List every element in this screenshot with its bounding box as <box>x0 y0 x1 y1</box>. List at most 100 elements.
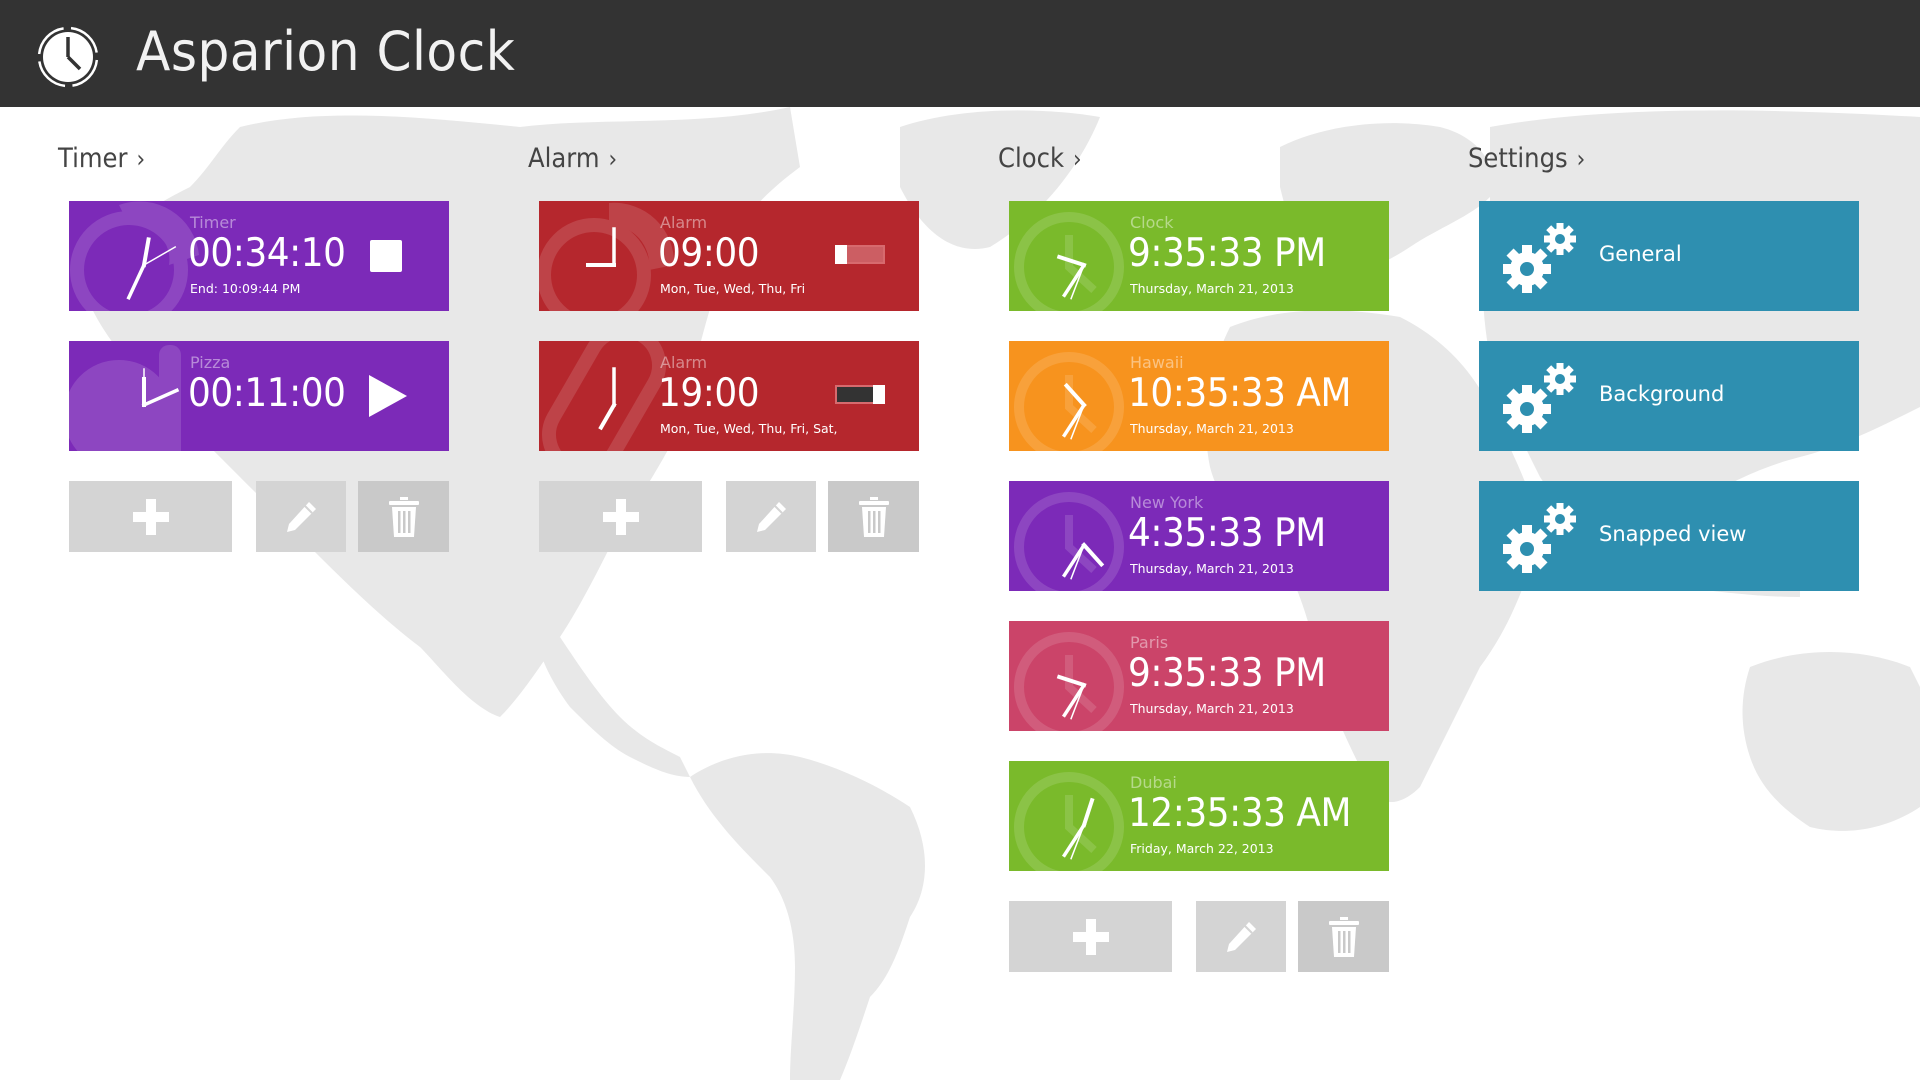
app-title: Asparion Clock <box>136 20 516 83</box>
clock-location: Paris <box>1130 633 1169 652</box>
timer-card[interactable]: Pizza 00:11:00 <box>69 341 449 451</box>
hour-hand <box>598 402 617 431</box>
edit-clock-button[interactable] <box>1196 901 1286 972</box>
plus-icon <box>602 498 639 535</box>
chevron-right-icon: › <box>136 144 146 173</box>
timer-label: Timer <box>190 213 236 232</box>
alarm-label: Alarm <box>660 353 708 372</box>
toggle-thumb <box>873 385 885 404</box>
stop-icon[interactable] <box>364 234 408 278</box>
toggle-thumb <box>835 245 847 264</box>
clock-date: Thursday, March 21, 2013 <box>1130 701 1294 716</box>
alarm-label: Alarm <box>660 213 708 232</box>
alarm-dial-icon <box>586 227 616 267</box>
app-header: Asparion Clock <box>0 0 1920 107</box>
settings-background-tile[interactable]: Background <box>1479 341 1859 451</box>
trash-icon <box>388 496 419 537</box>
clock-date: Thursday, March 21, 2013 <box>1130 421 1294 436</box>
gears-icon <box>1503 223 1576 293</box>
alarm-card[interactable]: Alarm 09:00 Mon, Tue, Wed, Thu, Fri <box>539 201 919 311</box>
alarm-time: 09:00 <box>658 231 760 276</box>
trash-icon <box>858 496 889 537</box>
timer-dial-icon <box>126 237 177 300</box>
clock-date: Thursday, March 21, 2013 <box>1130 281 1294 296</box>
clock-date: Thursday, March 21, 2013 <box>1130 561 1294 576</box>
clock-card[interactable]: Clock 9:35:33 PM Thursday, March 21, 2013 <box>1009 201 1389 311</box>
clock-time: 12:35:33 AM <box>1128 791 1351 836</box>
delete-clock-button[interactable] <box>1298 901 1389 972</box>
clock-header-label: Clock <box>998 143 1065 174</box>
trash-icon <box>1328 916 1359 957</box>
clock-section-header[interactable]: Clock › <box>998 143 1082 174</box>
gears-icon <box>1503 363 1576 433</box>
clock-card[interactable]: New York 4:35:33 PM Thursday, March 21, 20… <box>1009 481 1389 591</box>
settings-tile-label: General <box>1599 242 1682 266</box>
settings-header-label: Settings <box>1468 143 1568 174</box>
hour-hand <box>1063 382 1087 408</box>
minute-hand <box>141 388 180 408</box>
edit-alarm-button[interactable] <box>726 481 816 552</box>
clock-card[interactable]: Dubai 12:35:33 AM Friday, March 22, 2013 <box>1009 761 1389 871</box>
hour-hand <box>141 237 151 268</box>
clock-card[interactable]: Paris 9:35:33 PM Thursday, March 21, 2013 <box>1009 621 1389 731</box>
clock-time: 9:35:33 PM <box>1128 231 1326 276</box>
timer-dial-icon <box>141 368 180 408</box>
pencil-icon <box>757 501 786 532</box>
settings-general-tile[interactable]: General <box>1479 201 1859 311</box>
alarm-time: 19:00 <box>658 371 760 416</box>
timer-end-time: End: 10:09:44 PM <box>190 281 301 296</box>
chevron-right-icon: › <box>1576 144 1586 173</box>
clock-dial-icon <box>1061 542 1105 580</box>
clock-dial-icon <box>1061 382 1087 440</box>
hour-hand <box>1081 797 1095 828</box>
clock-icon <box>37 26 99 88</box>
pencil-icon <box>1227 921 1256 952</box>
settings-section-header[interactable]: Settings › <box>1468 143 1585 174</box>
alarm-card[interactable]: Alarm 19:00 Mon, Tue, Wed, Thu, Fri, Sat… <box>539 341 919 451</box>
plus-icon <box>1072 918 1109 955</box>
pencil-icon <box>287 501 316 532</box>
clock-card[interactable]: Hawaii 10:35:33 AM Thursday, March 21, 201… <box>1009 341 1389 451</box>
edit-timer-button[interactable] <box>256 481 346 552</box>
clock-dial-icon <box>1056 254 1087 300</box>
alarm-header-label: Alarm <box>528 143 600 174</box>
clock-dial-icon <box>1056 674 1087 720</box>
hour-hand <box>1081 542 1105 568</box>
delete-alarm-button[interactable] <box>828 481 919 552</box>
clock-time: 4:35:33 PM <box>1128 511 1326 556</box>
hour-hand <box>1056 674 1087 688</box>
clock-location: Clock <box>1130 213 1174 232</box>
plus-icon <box>132 498 169 535</box>
timer-card[interactable]: Timer 00:34:10 End: 10:09:44 PM <box>69 201 449 311</box>
add-alarm-button[interactable] <box>539 481 702 552</box>
chevron-right-icon: › <box>608 144 618 173</box>
clock-date: Friday, March 22, 2013 <box>1130 841 1274 856</box>
clock-location: Dubai <box>1130 773 1177 792</box>
clock-location: New York <box>1130 493 1204 512</box>
timer-section-header[interactable]: Timer › <box>58 143 145 174</box>
clock-time: 9:35:33 PM <box>1128 651 1326 696</box>
add-clock-button[interactable] <box>1009 901 1172 972</box>
alarm-section-header[interactable]: Alarm › <box>528 143 617 174</box>
gears-icon <box>1503 503 1576 573</box>
settings-tile-label: Background <box>1599 382 1725 406</box>
delete-timer-button[interactable] <box>358 481 449 552</box>
minute-hand <box>126 262 147 300</box>
alarm-dial-icon <box>598 367 617 431</box>
timer-label: Pizza <box>190 353 231 372</box>
add-timer-button[interactable] <box>69 481 232 552</box>
timer-time: 00:11:00 <box>188 371 346 416</box>
alarm-toggle[interactable] <box>835 245 885 264</box>
clock-time: 10:35:33 AM <box>1128 371 1351 416</box>
timer-header-label: Timer <box>58 143 128 174</box>
clock-location: Hawaii <box>1130 353 1184 372</box>
hour-hand <box>1056 254 1087 268</box>
clock-dial-icon <box>1061 797 1095 860</box>
play-icon[interactable] <box>364 374 408 418</box>
settings-snapped-view-tile[interactable]: Snapped view <box>1479 481 1859 591</box>
timer-time: 00:34:10 <box>188 231 346 276</box>
alarm-days: Mon, Tue, Wed, Thu, Fri, Sat, Su <box>660 421 840 436</box>
chevron-right-icon: › <box>1073 144 1082 173</box>
settings-tile-label: Snapped view <box>1599 522 1747 546</box>
alarm-toggle[interactable] <box>835 385 885 404</box>
